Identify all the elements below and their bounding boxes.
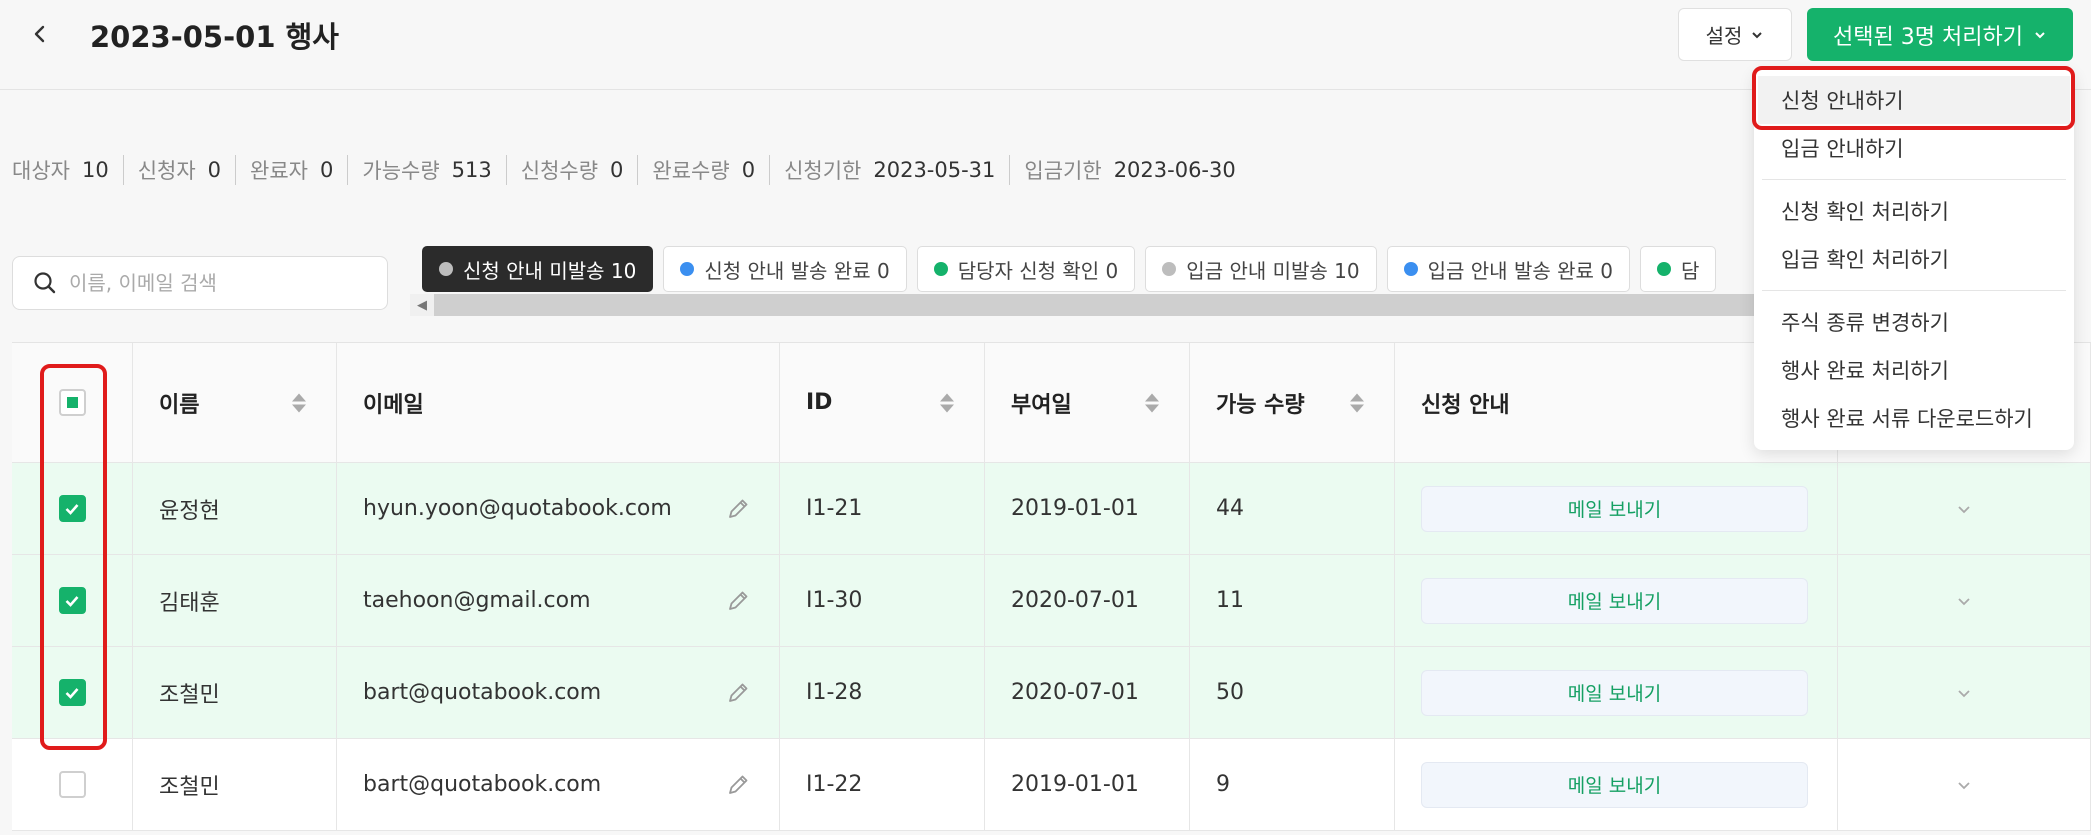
cell-email: hyun.yoon@quotabook.com <box>337 463 780 554</box>
cell-qty: 11 <box>1190 555 1395 646</box>
menu-item-payment-guide[interactable]: 입금 안내하기 <box>1754 124 2074 172</box>
chevron-down-icon[interactable] <box>1955 684 1973 702</box>
chevron-down-icon <box>2035 31 2045 38</box>
cell-email: bart@quotabook.com <box>337 647 780 738</box>
cell-grant-date: 2019-01-01 <box>985 739 1190 830</box>
menu-item-change-stock-type[interactable]: 주식 종류 변경하기 <box>1754 298 2074 346</box>
header-checkbox-cell <box>12 343 133 462</box>
status-dot-icon <box>1162 262 1177 276</box>
cell-grant-date: 2020-07-01 <box>985 555 1190 646</box>
column-header-qty[interactable]: 가능 수량 <box>1190 343 1395 462</box>
cell-qty: 50 <box>1190 647 1395 738</box>
row-checkbox[interactable] <box>58 679 86 706</box>
cell-email: taehoon@gmail.com <box>337 555 780 646</box>
menu-item-payment-confirm[interactable]: 입금 확인 처리하기 <box>1754 235 2074 283</box>
status-filter-chips: 신청 안내 미발송 10 신청 안내 발송 완료 0 담당자 신청 확인 0 입… <box>422 246 1757 292</box>
send-mail-button[interactable]: 메일 보내기 <box>1421 485 1808 532</box>
chips-scrollbar[interactable]: ◀ <box>410 294 1757 316</box>
status-dot-icon <box>933 262 948 276</box>
stat-applicants: 신청자 0 <box>122 155 235 185</box>
cell-id: I1-30 <box>780 555 985 646</box>
sort-icon[interactable] <box>1145 393 1159 412</box>
cell-grant-date: 2019-01-01 <box>985 463 1190 554</box>
edit-pencil-icon[interactable] <box>725 772 751 798</box>
chip-apply-guide-unsent[interactable]: 신청 안내 미발송 10 <box>422 246 654 292</box>
stat-apply-deadline: 신청기한 2023-05-31 <box>769 155 1009 185</box>
scroll-left-icon[interactable]: ◀ <box>410 294 434 316</box>
chip-apply-guide-sent[interactable]: 신청 안내 발송 완료 0 <box>663 246 907 292</box>
edit-pencil-icon[interactable] <box>725 588 751 614</box>
chevron-down-icon[interactable] <box>1955 776 1973 794</box>
menu-divider <box>1762 179 2066 180</box>
menu-divider <box>1762 290 2066 291</box>
cell-name: 조철민 <box>133 647 337 738</box>
process-selected-button[interactable]: 선택된 3명 처리하기 <box>1807 8 2073 61</box>
menu-item-complete-event[interactable]: 행사 완료 처리하기 <box>1754 346 2074 394</box>
sort-icon[interactable] <box>940 393 954 412</box>
search-icon <box>34 272 56 294</box>
chevron-down-icon <box>1752 31 1763 38</box>
cell-id: I1-21 <box>780 463 985 554</box>
stats-bar: 대상자 10 신청자 0 완료자 0 가능수량 513 신청수량 0 완료수량 0 신청기한… <box>12 152 1250 188</box>
status-dot-icon <box>1403 262 1418 276</box>
select-all-checkbox[interactable] <box>58 389 86 416</box>
edit-pencil-icon[interactable] <box>725 496 751 522</box>
stat-applied-qty: 신청수량 0 <box>505 155 638 185</box>
cell-name: 김태훈 <box>133 555 337 646</box>
table-row: 조철민 bart@quotabook.com I1-22 2019-01-01 … <box>12 739 2091 831</box>
menu-item-apply-confirm[interactable]: 신청 확인 처리하기 <box>1754 187 2074 235</box>
cell-name: 윤정현 <box>133 463 337 554</box>
cell-email: bart@quotabook.com <box>337 739 780 830</box>
process-dropdown-menu: 신청 안내하기 입금 안내하기 신청 확인 처리하기 입금 확인 처리하기 주식… <box>1754 70 2074 450</box>
table-row: 조철민 bart@quotabook.com I1-28 2020-07-01 … <box>12 647 2091 739</box>
sort-icon[interactable] <box>1350 393 1364 412</box>
cell-qty: 9 <box>1190 739 1395 830</box>
cell-grant-date: 2020-07-01 <box>985 647 1190 738</box>
back-icon[interactable] <box>26 20 54 48</box>
chip-manager-apply-confirmed[interactable]: 담당자 신청 확인 0 <box>916 246 1136 292</box>
column-header-id[interactable]: ID <box>780 343 985 462</box>
send-mail-button[interactable]: 메일 보내기 <box>1421 669 1808 716</box>
row-checkbox[interactable] <box>58 495 86 522</box>
row-checkbox[interactable] <box>58 587 86 614</box>
chip-truncated[interactable]: 담 <box>1639 246 1717 292</box>
sort-icon[interactable] <box>292 393 306 412</box>
search-input[interactable] <box>69 271 369 295</box>
chevron-down-icon[interactable] <box>1955 500 1973 518</box>
stat-available-qty: 가능수량 513 <box>347 155 505 185</box>
send-mail-button[interactable]: 메일 보내기 <box>1421 577 1808 624</box>
page-title: 2023-05-01 행사 <box>90 20 339 54</box>
status-dot-icon <box>1656 262 1671 276</box>
stat-completed-qty: 완료수량 0 <box>637 155 769 185</box>
cell-id: I1-28 <box>780 647 985 738</box>
stat-target: 대상자 10 <box>12 158 109 183</box>
menu-item-download-docs[interactable]: 행사 완료 서류 다운로드하기 <box>1754 394 2074 442</box>
process-label: 선택된 3명 처리하기 <box>1833 24 2023 50</box>
stat-payment-deadline: 입금기한 2023-06-30 <box>1009 155 1249 185</box>
stat-completed: 완료자 0 <box>235 155 347 185</box>
row-checkbox[interactable] <box>58 771 86 798</box>
search-box[interactable] <box>12 256 388 310</box>
chevron-down-icon[interactable] <box>1955 592 1973 610</box>
table-row: 김태훈 taehoon@gmail.com I1-30 2020-07-01 1… <box>12 555 2091 647</box>
column-header-email: 이메일 <box>337 343 780 462</box>
settings-button[interactable]: 설정 <box>1678 8 1792 61</box>
edit-pencil-icon[interactable] <box>725 680 751 706</box>
chip-payment-guide-unsent[interactable]: 입금 안내 미발송 10 <box>1145 246 1377 292</box>
status-dot-icon <box>439 262 453 276</box>
column-header-name[interactable]: 이름 <box>133 343 337 462</box>
settings-label: 설정 <box>1705 24 1743 48</box>
column-header-grant-date[interactable]: 부여일 <box>985 343 1190 462</box>
chip-payment-guide-sent[interactable]: 입금 안내 발송 완료 0 <box>1386 246 1630 292</box>
status-dot-icon <box>680 262 695 276</box>
send-mail-button[interactable]: 메일 보내기 <box>1421 761 1808 808</box>
menu-item-apply-guide[interactable]: 신청 안내하기 <box>1758 76 2070 124</box>
table-row: 윤정현 hyun.yoon@quotabook.com I1-21 2019-0… <box>12 463 2091 555</box>
cell-id: I1-22 <box>780 739 985 830</box>
cell-qty: 44 <box>1190 463 1395 554</box>
cell-name: 조철민 <box>133 739 337 830</box>
